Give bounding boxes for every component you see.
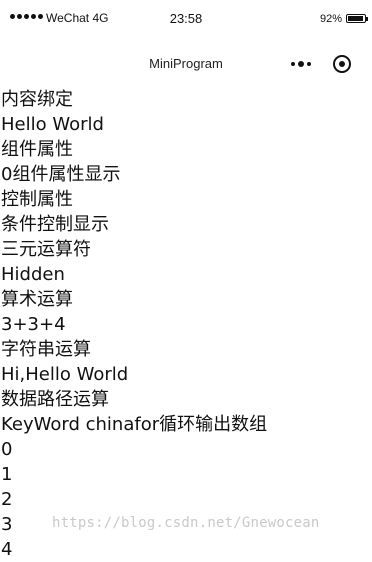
list-item: 0 (1, 439, 13, 460)
section-label-content-binding: 内容绑定 (1, 89, 73, 110)
list-item: 4 (1, 539, 13, 560)
list-item: 1 (1, 464, 13, 485)
battery-icon (346, 14, 368, 23)
data-path-value: KeyWord chinafor循环输出数组 (1, 414, 268, 435)
section-label-arithmetic: 算术运算 (1, 289, 73, 310)
watermark: https://blog.csdn.net/Gnewocean (52, 515, 320, 531)
ternary-operator-value: Hidden (1, 264, 65, 285)
status-bar: WeChat 4G 23:58 92% (0, 0, 372, 38)
close-miniprogram-button[interactable] (333, 55, 351, 73)
control-attribute-value: 条件控制显示 (1, 214, 109, 235)
more-options-button[interactable] (288, 56, 314, 72)
string-operation-value: Hi,Hello World (1, 364, 129, 385)
page-content: 内容绑定 Hello World 组件属性 0组件属性显示 控制属性 条件控制显… (1, 87, 372, 562)
section-label-control-attribute: 控制属性 (1, 189, 73, 210)
page-title: MiniProgram (149, 56, 223, 71)
component-attribute-value: 0组件属性显示 (1, 164, 121, 185)
list-item: 2 (1, 489, 13, 510)
section-label-component-attribute: 组件属性 (1, 139, 73, 160)
status-time: 23:58 (169, 11, 203, 26)
arithmetic-value: 3+3+4 (1, 314, 66, 335)
battery-percent: 92% (319, 13, 342, 25)
section-label-ternary-operator: 三元运算符 (1, 239, 91, 260)
section-label-string-operation: 字符串运算 (1, 339, 91, 360)
nav-bar: MiniProgram (0, 38, 372, 88)
content-binding-value: Hello World (1, 114, 104, 135)
section-label-data-path: 数据路径运算 (1, 389, 109, 410)
